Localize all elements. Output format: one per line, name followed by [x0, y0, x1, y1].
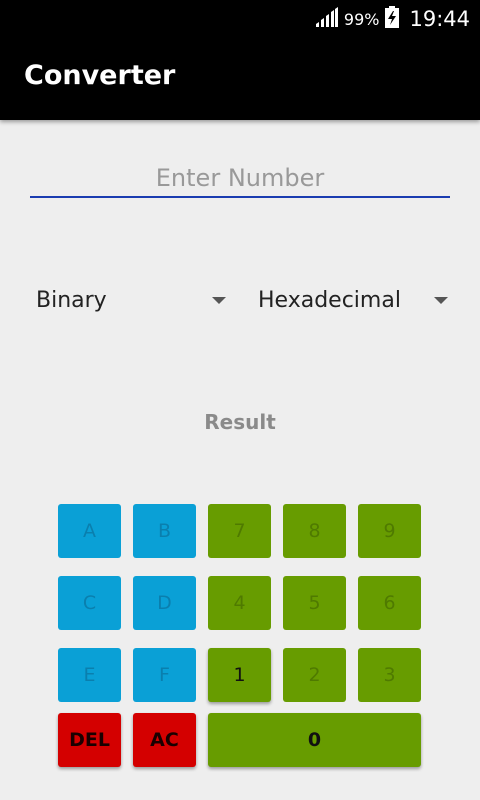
status-bar: 99% 19:44: [0, 0, 480, 38]
key-d[interactable]: D: [133, 576, 196, 630]
key-8[interactable]: 8: [283, 504, 346, 558]
key-6[interactable]: 6: [358, 576, 421, 630]
key-b[interactable]: B: [133, 504, 196, 558]
battery-charging-icon: [385, 6, 400, 32]
battery-percentage: 99%: [343, 9, 380, 29]
key-5[interactable]: 5: [283, 576, 346, 630]
key-4[interactable]: 4: [208, 576, 271, 630]
clock: 19:44: [409, 7, 470, 31]
key-a[interactable]: A: [58, 504, 121, 558]
key-f[interactable]: F: [133, 648, 196, 702]
key-e[interactable]: E: [58, 648, 121, 702]
key-c[interactable]: C: [58, 576, 121, 630]
from-base-spinner[interactable]: Binary: [36, 280, 226, 320]
app-bar: Converter: [0, 38, 480, 120]
key-7[interactable]: 7: [208, 504, 271, 558]
to-base-value: Hexadecimal: [258, 287, 401, 313]
signal-icon: [314, 7, 338, 31]
key-1[interactable]: 1: [208, 648, 271, 702]
status-indicators: 99% 19:44: [314, 0, 470, 38]
key-0[interactable]: 0: [208, 713, 421, 767]
number-input[interactable]: [30, 160, 450, 198]
app-title: Converter: [24, 60, 176, 91]
key-9[interactable]: 9: [358, 504, 421, 558]
result-label: Result: [204, 410, 276, 434]
key-2[interactable]: 2: [283, 648, 346, 702]
delete-button[interactable]: DEL: [58, 713, 121, 767]
from-base-value: Binary: [36, 287, 107, 313]
clear-all-button[interactable]: AC: [133, 713, 196, 767]
to-base-spinner[interactable]: Hexadecimal: [258, 280, 448, 320]
dropdown-arrow-icon: [212, 296, 226, 304]
dropdown-arrow-icon: [434, 296, 448, 304]
key-3[interactable]: 3: [358, 648, 421, 702]
